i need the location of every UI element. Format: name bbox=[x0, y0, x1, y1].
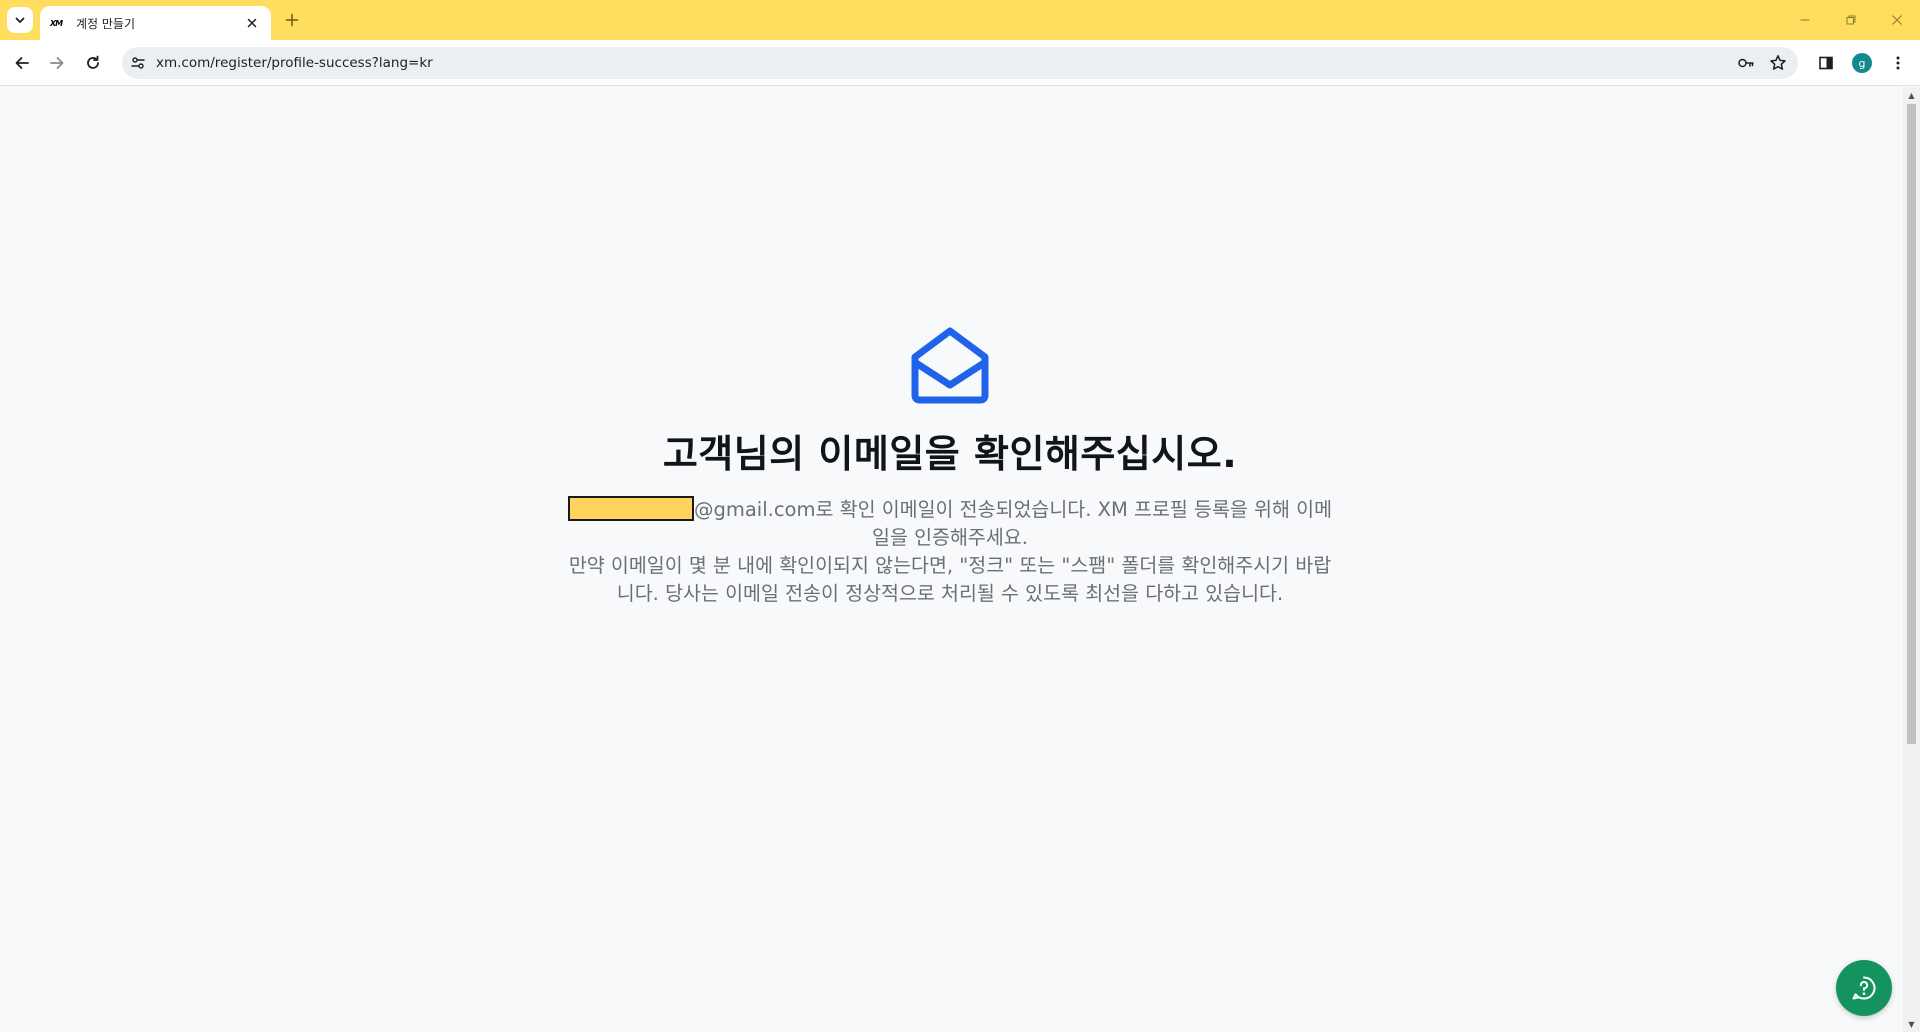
message-line-2: 만약 이메일이 몇 분 내에 확인이되지 않는다면, "정크" 또는 "스팸" … bbox=[568, 554, 1332, 605]
page-scrollbar[interactable]: ▲ ▼ bbox=[1903, 87, 1920, 1032]
arrow-right-icon bbox=[50, 57, 64, 69]
plus-icon bbox=[285, 13, 299, 27]
url-text[interactable]: xm.com/register/profile-success?lang=kr bbox=[156, 55, 1798, 71]
browser-menu-button[interactable] bbox=[1884, 49, 1912, 77]
tab-title: 계정 만들기 bbox=[76, 16, 136, 31]
password-key-button[interactable] bbox=[1732, 49, 1760, 77]
minimize-button[interactable] bbox=[1782, 0, 1828, 40]
close-window-icon bbox=[1892, 15, 1902, 25]
scroll-up-icon[interactable]: ▲ bbox=[1907, 90, 1916, 100]
minimize-icon bbox=[1800, 19, 1810, 21]
side-panel-icon bbox=[1819, 56, 1833, 70]
redacted-email-box bbox=[567, 496, 694, 521]
tab-search-button[interactable] bbox=[7, 7, 33, 33]
help-chat-button[interactable] bbox=[1836, 960, 1892, 1016]
site-info-button[interactable] bbox=[124, 49, 152, 77]
arrow-left-icon bbox=[15, 57, 29, 69]
tune-icon bbox=[131, 57, 145, 69]
avatar: g bbox=[1852, 53, 1872, 73]
back-button[interactable] bbox=[8, 49, 36, 77]
verification-message: @gmail.com로 확인 이메일이 전송되었습니다. XM 프로필 등록을 … bbox=[560, 496, 1340, 608]
scroll-down-icon[interactable]: ▼ bbox=[1907, 1019, 1916, 1029]
star-icon bbox=[1770, 55, 1786, 70]
reload-button[interactable] bbox=[79, 49, 107, 77]
email-domain: @gmail.com bbox=[693, 498, 816, 521]
close-icon bbox=[247, 18, 257, 28]
scroll-thumb[interactable] bbox=[1907, 104, 1916, 744]
page-title: 고객님의 이메일을 확인해주십시오. bbox=[662, 432, 1238, 476]
chevron-down-icon bbox=[15, 17, 25, 23]
envelope-open-icon bbox=[911, 327, 989, 404]
forward-button[interactable] bbox=[43, 49, 71, 77]
more-vertical-icon bbox=[1896, 56, 1900, 70]
verification-message-panel: 고객님의 이메일을 확인해주십시오. @gmail.com로 확인 이메일이 전… bbox=[560, 325, 1340, 608]
browser-tab-active[interactable]: XM 계정 만들기 bbox=[40, 6, 271, 40]
restore-icon bbox=[1846, 15, 1856, 25]
address-bar[interactable]: xm.com/register/profile-success?lang=kr bbox=[122, 47, 1798, 79]
key-icon bbox=[1738, 58, 1754, 68]
reload-icon bbox=[87, 55, 99, 69]
profile-button[interactable]: g bbox=[1848, 49, 1876, 77]
close-window-button[interactable] bbox=[1874, 0, 1920, 40]
message-line-1: 로 확인 이메일이 전송되었습니다. XM 프로필 등록을 위해 이메일을 인증… bbox=[815, 498, 1333, 549]
xm-favicon-icon: XM bbox=[50, 18, 63, 28]
help-icon bbox=[1852, 976, 1876, 1000]
bookmark-button[interactable] bbox=[1764, 49, 1792, 77]
tab-close-button[interactable] bbox=[243, 14, 261, 32]
restore-button[interactable] bbox=[1828, 0, 1874, 40]
tab-strip: XM 계정 만들기 bbox=[0, 0, 1920, 40]
side-panel-button[interactable] bbox=[1812, 49, 1840, 77]
new-tab-button[interactable] bbox=[281, 9, 303, 31]
browser-toolbar: xm.com/register/profile-success?lang=kr … bbox=[0, 40, 1920, 86]
